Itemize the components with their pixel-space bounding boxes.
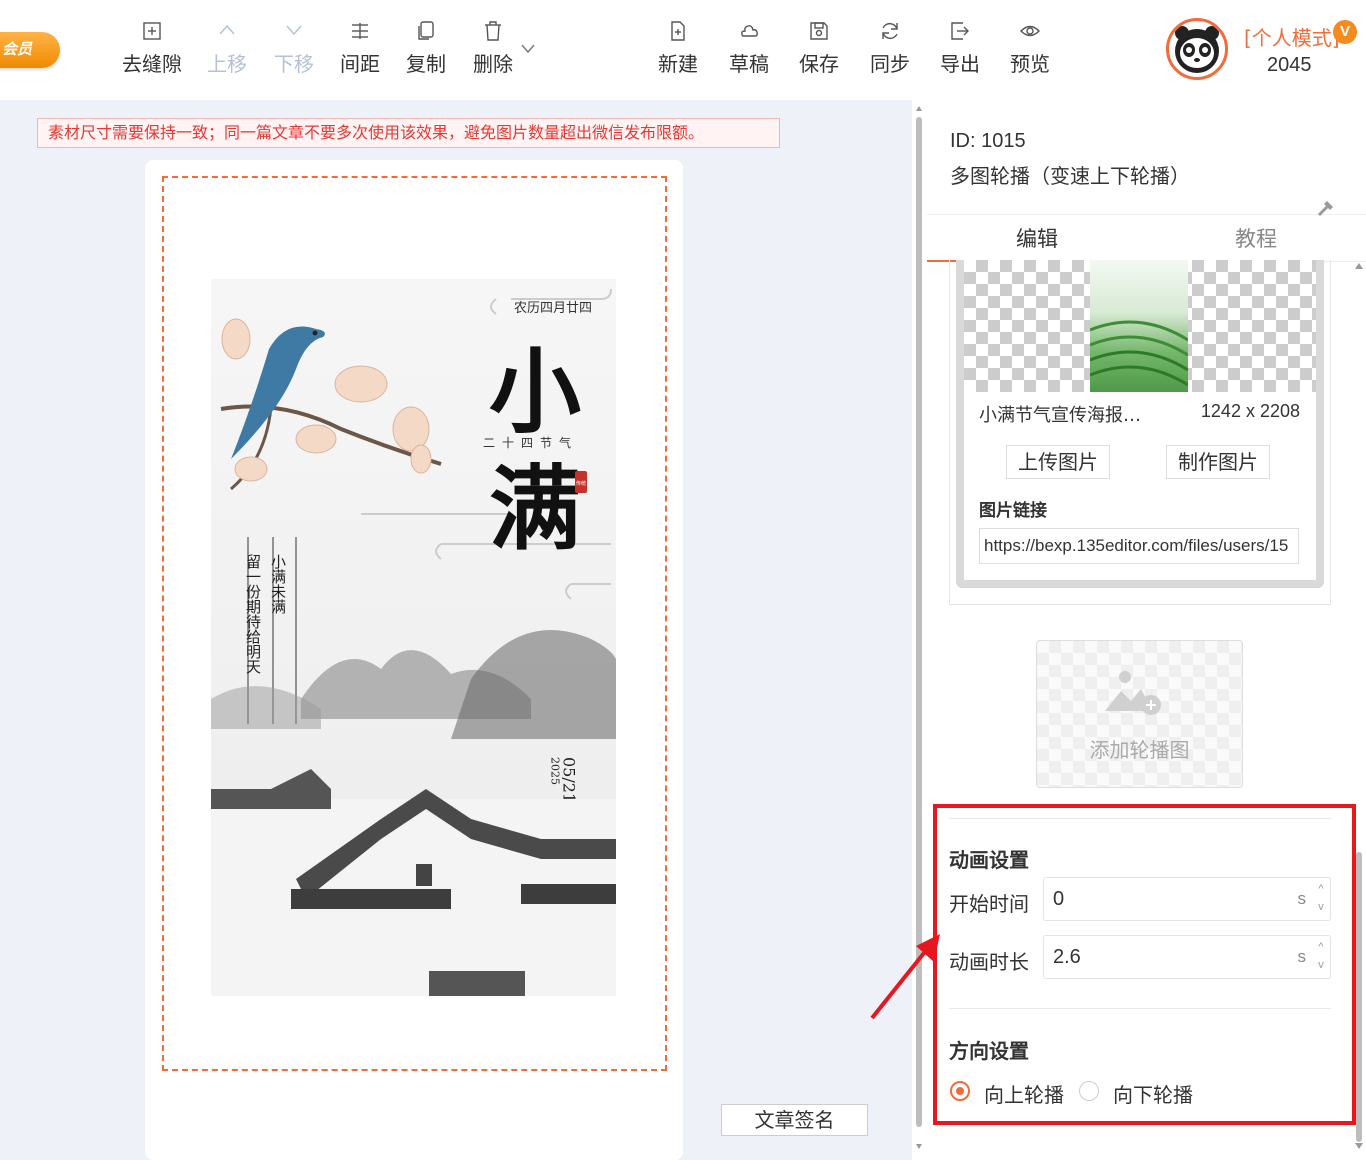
poster-image[interactable]: 农历四月廿四 小 二十四节气 满 传统 小满未满 留一份期待给明天 05/21 … [211, 279, 616, 996]
chevron-down-icon[interactable] [520, 40, 536, 56]
new-label: 新建 [658, 52, 698, 76]
add-image-icon [1105, 671, 1161, 715]
new-file-icon [671, 21, 685, 41]
cloud-icon [741, 25, 758, 37]
move-up-label: 上移 [207, 52, 247, 76]
poem-right-text: 小满未满 [269, 554, 287, 614]
panel-scrollbar-thumb[interactable] [1356, 852, 1362, 1142]
solar-term-subtitle: 二十四节气 [483, 435, 578, 450]
save-label: 保存 [799, 52, 839, 76]
component-name: 多图轮播（变速上下轮播） [950, 164, 1190, 188]
top-toolbar: 会员 去缝隙 上移 下移 间距 复制 删除 新建 草稿 保存 同步 导出 预览 … [0, 0, 1366, 100]
points-count: 2045 [1267, 54, 1312, 76]
personal-mode-link[interactable]: [个人模式] [1244, 22, 1340, 51]
panel-tabs: 编辑 教程 [927, 214, 1366, 262]
move-up-button[interactable]: 上移 [195, 20, 259, 84]
move-down-label: 下移 [274, 52, 314, 76]
scroll-up-arrow-icon[interactable] [915, 105, 923, 113]
save-icon [810, 22, 828, 40]
remove-gap-button[interactable]: 去缝隙 [120, 20, 184, 84]
scroll-down-arrow-icon[interactable] [915, 1142, 923, 1150]
spacing-label: 间距 [340, 52, 380, 76]
save-button[interactable]: 保存 [787, 20, 851, 84]
spacing-button[interactable]: 间距 [328, 20, 392, 84]
upload-image-button[interactable]: 上传图片 [1006, 445, 1110, 479]
sync-label: 同步 [870, 52, 910, 76]
poem-left-text: 留一份期待给明天 [244, 554, 262, 674]
annotation-arrow [870, 934, 940, 1020]
panel-scroll-up-icon[interactable] [1354, 262, 1364, 272]
arrow-down-icon [286, 25, 302, 36]
component-id: ID: 1015 [950, 130, 1026, 152]
move-down-button[interactable]: 下移 [262, 20, 326, 84]
image-thumbnail [1089, 260, 1189, 392]
image-link-label: 图片链接 [979, 501, 1047, 521]
delete-button[interactable]: 删除 [461, 20, 525, 84]
tab-edit[interactable]: 编辑 [1016, 223, 1058, 253]
vip-icon: V [1333, 20, 1357, 44]
remove-gap-label: 去缝隙 [122, 52, 182, 76]
tools-icon[interactable] [1316, 198, 1336, 218]
poster-illustration: 农历四月廿四 小 二十四节气 满 传统 小满未满 留一份期待给明天 05/21 … [211, 288, 616, 996]
image-card-body: 小满节气宣传海报… 1242 x 2208 上传图片 制作图片 图片链接 htt… [964, 260, 1316, 580]
copy-label: 复制 [406, 52, 446, 76]
image-filename: 小满节气宣传海报… [979, 405, 1141, 426]
draft-button[interactable]: 草稿 [717, 20, 781, 84]
carousel-image-card: 小满节气宣传海报… 1242 x 2208 上传图片 制作图片 图片链接 htt… [949, 260, 1331, 605]
image-preview[interactable] [964, 260, 1316, 392]
panel-scrollbar[interactable] [1354, 262, 1364, 1152]
size-warning: 素材尺寸需要保持一致；同一篇文章不要多次使用该效果，避免图片数量超出微信发布限额… [37, 118, 780, 148]
add-carousel-image-button[interactable]: 添加轮播图 [1036, 640, 1243, 788]
spacing-icon [352, 23, 368, 39]
image-dimensions: 1242 x 2208 [1200, 401, 1300, 421]
panel-scroll-down-icon[interactable] [1354, 1140, 1364, 1150]
export-icon [951, 22, 969, 40]
preview-button[interactable]: 预览 [998, 20, 1062, 84]
terrace-illustration [1089, 320, 1189, 387]
copy-icon [418, 21, 434, 40]
gap-icon [143, 22, 161, 40]
red-seal: 传统 [576, 480, 586, 487]
year-text: 2025 [549, 757, 562, 785]
image-card-frame: 小满节气宣传海报… 1242 x 2208 上传图片 制作图片 图片链接 htt… [956, 260, 1324, 588]
export-button[interactable]: 导出 [928, 20, 992, 84]
article-signature-button[interactable]: 文章签名 [721, 1104, 868, 1136]
add-carousel-label: 添加轮播图 [1089, 738, 1190, 762]
vip-badge[interactable]: 会员 [0, 32, 60, 68]
preview-label: 预览 [1010, 52, 1050, 76]
new-button[interactable]: 新建 [646, 20, 710, 84]
make-image-button[interactable]: 制作图片 [1166, 445, 1270, 479]
sync-icon [882, 22, 898, 40]
lunar-date-text: 农历四月廿四 [514, 301, 592, 316]
image-link-input[interactable]: https://bexp.135editor.com/files/users/1… [979, 528, 1299, 564]
arrow-up-icon [219, 24, 235, 35]
copy-button[interactable]: 复制 [394, 20, 458, 84]
delete-label: 删除 [473, 52, 513, 76]
title-char-1: 小 [489, 338, 581, 446]
trash-icon [485, 21, 501, 41]
date-text: 05/21 [560, 757, 579, 803]
style-settings-panel: ID: 1015 多图轮播（变速上下轮播） 编辑 教程 小满节气宣传海报… 12… [927, 100, 1366, 1160]
eye-icon [1020, 25, 1040, 37]
highlight-box [933, 804, 1356, 1125]
sync-button[interactable]: 同步 [858, 20, 922, 84]
panda-avatar-icon [1175, 26, 1219, 73]
title-char-2: 满 [489, 455, 581, 563]
export-label: 导出 [940, 52, 980, 76]
tab-tutorial[interactable]: 教程 [1235, 223, 1277, 253]
draft-label: 草稿 [729, 52, 769, 76]
avatar[interactable] [1166, 18, 1228, 80]
